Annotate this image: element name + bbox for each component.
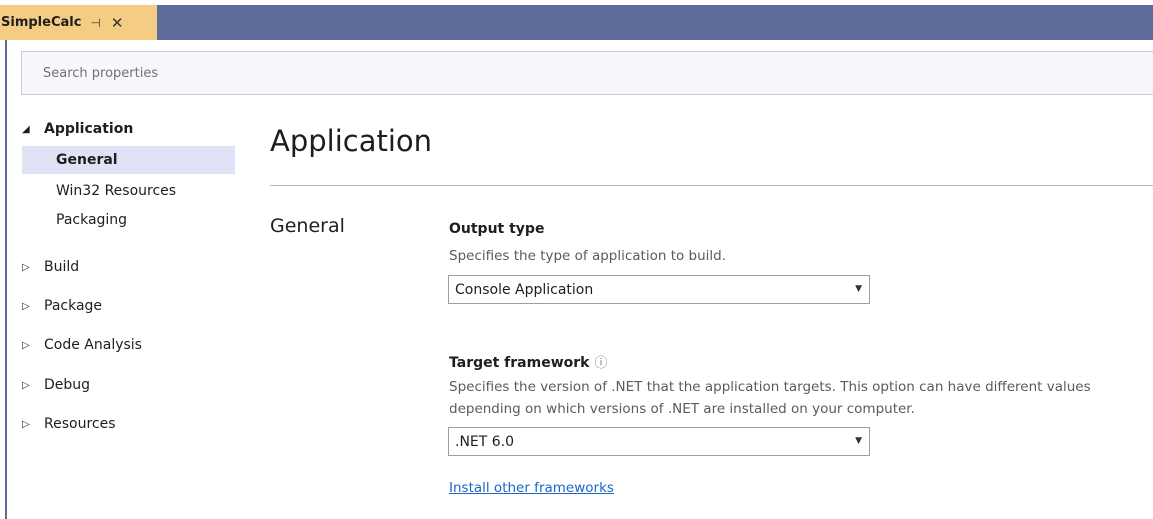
page-title: Application (270, 124, 433, 158)
nav-group-label: Application (44, 121, 134, 137)
tab-title: SimpleCalc (1, 15, 82, 30)
search-input[interactable]: Search properties (21, 51, 1153, 95)
nav-group-label: Debug (44, 377, 91, 393)
section-title: General (270, 215, 345, 237)
collapsed-arrow-icon[interactable]: ▷ (22, 301, 36, 312)
nav-item-label: Win32 Resources (56, 183, 177, 199)
help-circle-icon[interactable]: ⓘ (594, 356, 607, 371)
output-type-description: Specifies the type of application to bui… (449, 248, 727, 264)
target-framework-description: Specifies the version of .NET that the a… (449, 379, 1091, 417)
title-divider (270, 185, 1153, 186)
document-tab-strip: SimpleCalc ⊣ ✕ (0, 5, 1153, 40)
nav-group-label: Resources (44, 416, 116, 432)
search-placeholder: Search properties (43, 65, 159, 81)
install-other-frameworks-link[interactable]: Install other frameworks (449, 480, 614, 496)
target-framework-heading: Target framework ⓘ (449, 352, 608, 371)
collapsed-arrow-icon[interactable]: ▷ (22, 340, 36, 351)
nav-item-label: General (56, 152, 118, 168)
nav-item-win32-resources[interactable]: Win32 Resources (22, 177, 176, 205)
nav-group-code-analysis[interactable]: ▷ Code Analysis (22, 331, 142, 359)
output-type-dropdown[interactable]: Console Application ▼ (448, 275, 870, 304)
nav-item-packaging[interactable]: Packaging (22, 206, 127, 234)
collapsed-arrow-icon[interactable]: ▷ (22, 262, 36, 273)
nav-group-resources[interactable]: ▷ Resources (22, 410, 116, 438)
pin-icon[interactable]: ⊣ (90, 16, 100, 30)
collapsed-arrow-icon[interactable]: ▷ (22, 380, 36, 391)
nav-group-label: Build (44, 259, 80, 275)
dropdown-arrow-icon[interactable]: ▼ (855, 436, 862, 446)
expanded-arrow-icon[interactable]: ◢ (22, 124, 36, 135)
target-framework-dropdown[interactable]: .NET 6.0 ▼ (448, 427, 870, 456)
nav-group-package[interactable]: ▷ Package (22, 292, 102, 320)
nav-group-label: Package (44, 298, 103, 314)
nav-group-debug[interactable]: ▷ Debug (22, 371, 90, 399)
target-framework-value: .NET 6.0 (455, 433, 515, 450)
nav-group-build[interactable]: ▷ Build (22, 253, 79, 281)
window-left-border (5, 40, 7, 519)
nav-item-general[interactable]: General (22, 146, 235, 174)
output-type-value: Console Application (455, 281, 594, 298)
nav-group-label: Code Analysis (44, 337, 142, 353)
output-type-title: Output type (449, 221, 545, 237)
tab-simplecalc[interactable]: SimpleCalc ⊣ ✕ (0, 5, 157, 40)
target-framework-title: Target framework (449, 355, 590, 371)
nav-item-label: Packaging (56, 212, 128, 228)
dropdown-arrow-icon[interactable]: ▼ (855, 284, 862, 294)
collapsed-arrow-icon[interactable]: ▷ (22, 419, 36, 430)
close-icon[interactable]: ✕ (111, 14, 124, 32)
nav-group-application[interactable]: ◢ Application (22, 115, 235, 143)
